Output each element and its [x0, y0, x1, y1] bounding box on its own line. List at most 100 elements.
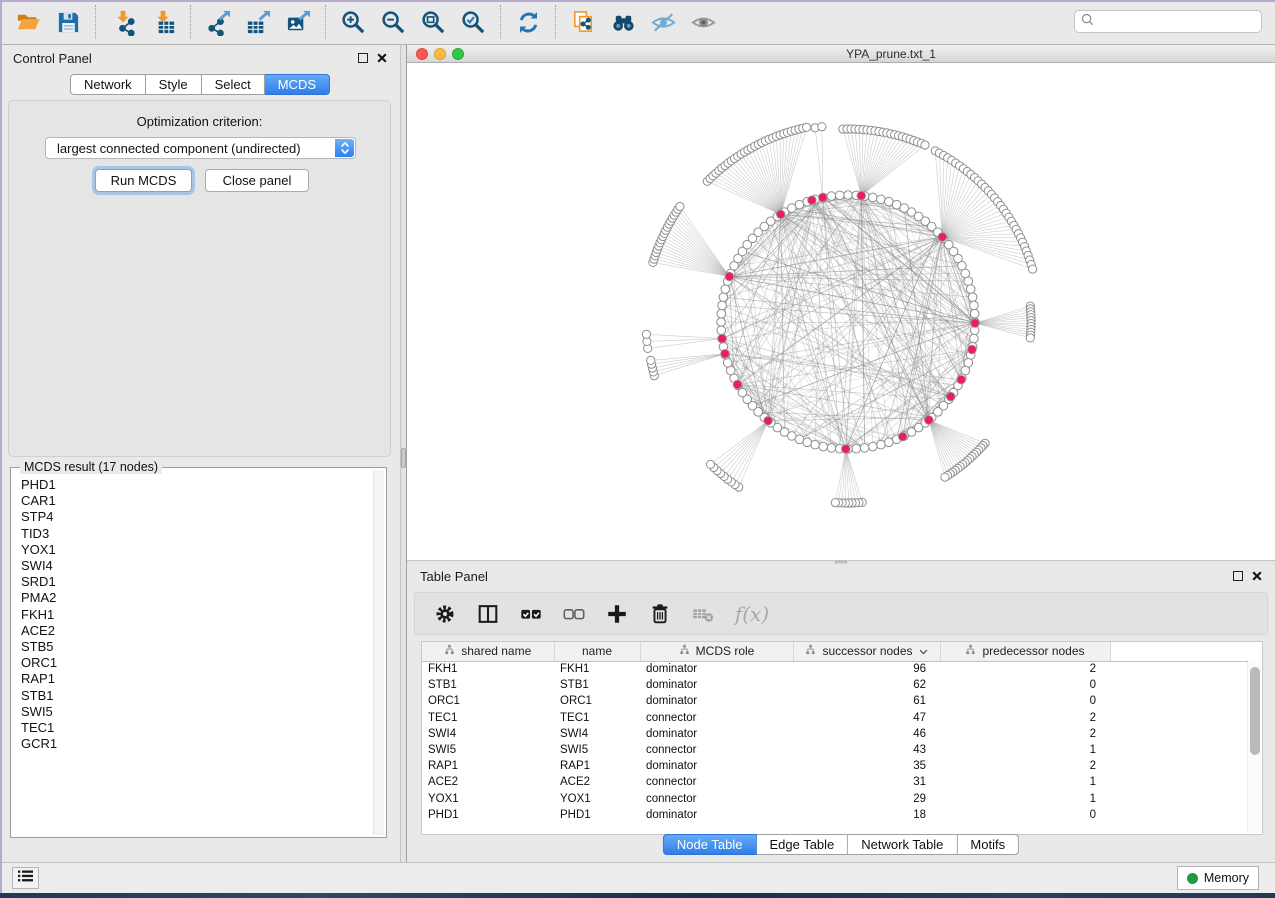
table-cell[interactable]: SWI5 [422, 742, 554, 758]
table-cell[interactable]: dominator [640, 693, 793, 709]
table-cell[interactable]: STB1 [554, 677, 640, 693]
zoom-in-button[interactable] [333, 3, 373, 41]
save-session-button[interactable] [48, 3, 88, 41]
table-row[interactable]: TEC1TEC1connector472 [422, 710, 1248, 726]
table-row[interactable]: ORC1ORC1dominator610 [422, 693, 1248, 709]
table-cell[interactable]: connector [640, 774, 793, 790]
table-cell[interactable]: TEC1 [554, 710, 640, 726]
refresh-button[interactable] [508, 3, 548, 41]
table-scrollbar-thumb[interactable] [1250, 667, 1260, 755]
table-row[interactable]: SWI4SWI4dominator462 [422, 726, 1248, 742]
table-cell[interactable]: dominator [640, 677, 793, 693]
tab-edge-table[interactable]: Edge Table [756, 834, 848, 855]
search-box[interactable] [1074, 10, 1262, 33]
zoom-out-button[interactable] [373, 3, 413, 41]
table-cell[interactable]: ACE2 [422, 774, 554, 790]
export-table-button[interactable] [238, 3, 278, 41]
mcds-result-item[interactable]: STB5 [21, 639, 372, 655]
table-cell[interactable]: 0 [940, 677, 1110, 693]
vertical-splitter-handle[interactable] [401, 448, 406, 468]
table-cell[interactable]: 62 [793, 677, 940, 693]
mcds-result-item[interactable]: TID3 [21, 526, 372, 542]
table-scrollbar[interactable] [1247, 662, 1261, 833]
column-header-MCDS-role[interactable]: MCDS role [640, 642, 793, 661]
mcds-result-item[interactable]: TEC1 [21, 720, 372, 736]
table-cell[interactable]: 29 [793, 791, 940, 807]
hide-selected-button[interactable] [643, 3, 683, 41]
table-cell[interactable]: 2 [940, 710, 1110, 726]
mcds-result-item[interactable]: PMA2 [21, 590, 372, 606]
deselect-all-button[interactable] [560, 599, 588, 629]
table-cell[interactable]: 35 [793, 758, 940, 774]
mcds-result-item[interactable]: YOX1 [21, 542, 372, 558]
tab-node-table[interactable]: Node Table [663, 834, 757, 855]
open-file-button[interactable] [8, 3, 48, 41]
table-cell[interactable]: 0 [940, 807, 1110, 823]
mcds-result-item[interactable]: STB1 [21, 688, 372, 704]
network-graph-canvas[interactable] [407, 63, 1275, 560]
table-row[interactable]: YOX1YOX1connector291 [422, 791, 1248, 807]
table-cell[interactable]: 61 [793, 693, 940, 709]
table-cell[interactable]: 2 [940, 758, 1110, 774]
table-cell[interactable]: STB1 [422, 677, 554, 693]
toggle-panel-button[interactable] [474, 599, 502, 629]
table-cell[interactable]: YOX1 [422, 791, 554, 807]
column-header-name[interactable]: name [554, 642, 640, 661]
table-cell[interactable]: 1 [940, 742, 1110, 758]
tab-network-table[interactable]: Network Table [848, 834, 957, 855]
table-cell[interactable]: PHD1 [554, 807, 640, 823]
mcds-result-item[interactable]: SWI4 [21, 558, 372, 574]
table-cell[interactable]: SWI4 [554, 726, 640, 742]
table-row[interactable]: FKH1FKH1dominator962 [422, 661, 1248, 677]
table-cell[interactable]: SWI5 [554, 742, 640, 758]
delete-column-button[interactable] [646, 599, 674, 629]
table-cell[interactable]: 2 [940, 661, 1110, 677]
table-cell[interactable]: RAP1 [422, 758, 554, 774]
table-cell[interactable]: dominator [640, 661, 793, 677]
mcds-result-item[interactable]: PHD1 [21, 477, 372, 493]
first-neighbors-button[interactable] [603, 3, 643, 41]
table-cell[interactable]: 46 [793, 726, 940, 742]
table-cell[interactable]: 1 [940, 791, 1110, 807]
mcds-result-item[interactable]: SWI5 [21, 704, 372, 720]
table-cell[interactable]: 96 [793, 661, 940, 677]
table-cell[interactable]: PHD1 [422, 807, 554, 823]
show-all-button[interactable] [683, 3, 723, 41]
add-column-button[interactable] [603, 599, 631, 629]
memory-button[interactable]: Memory [1177, 866, 1259, 890]
minimize-window-icon[interactable] [434, 48, 446, 60]
mcds-result-item[interactable]: SRD1 [21, 574, 372, 590]
close-window-icon[interactable] [416, 48, 428, 60]
table-cell[interactable]: dominator [640, 807, 793, 823]
table-row[interactable]: RAP1RAP1dominator352 [422, 758, 1248, 774]
panel-menu-button[interactable] [12, 867, 39, 889]
duplicate-network-button[interactable] [563, 3, 603, 41]
run-mcds-button[interactable]: Run MCDS [95, 169, 192, 192]
export-network-button[interactable] [198, 3, 238, 41]
search-input[interactable] [1098, 15, 1261, 29]
table-row[interactable]: SWI5SWI5connector431 [422, 742, 1248, 758]
mcds-result-item[interactable]: GCR1 [21, 736, 372, 752]
table-cell[interactable]: TEC1 [422, 710, 554, 726]
import-table-button[interactable] [143, 3, 183, 41]
zoom-fit-button[interactable] [413, 3, 453, 41]
table-cell[interactable]: RAP1 [554, 758, 640, 774]
close-panel-button[interactable]: Close panel [205, 169, 309, 192]
mcds-result-item[interactable]: STP4 [21, 509, 372, 525]
table-row[interactable]: ACE2ACE2connector311 [422, 774, 1248, 790]
maximize-window-icon[interactable] [452, 48, 464, 60]
float-panel-icon[interactable] [358, 53, 368, 63]
column-header-predecessor-nodes[interactable]: predecessor nodes [940, 642, 1110, 661]
table-cell[interactable]: 47 [793, 710, 940, 726]
table-cell[interactable]: 43 [793, 742, 940, 758]
table-cell[interactable]: YOX1 [554, 791, 640, 807]
tab-style[interactable]: Style [146, 74, 202, 95]
table-cell[interactable]: dominator [640, 726, 793, 742]
table-cell[interactable]: connector [640, 742, 793, 758]
import-network-button[interactable] [103, 3, 143, 41]
select-all-button[interactable] [517, 599, 545, 629]
table-cell[interactable]: connector [640, 710, 793, 726]
close-table-panel-icon[interactable] [1252, 571, 1262, 581]
table-cell[interactable]: SWI4 [422, 726, 554, 742]
table-cell[interactable]: FKH1 [554, 661, 640, 677]
